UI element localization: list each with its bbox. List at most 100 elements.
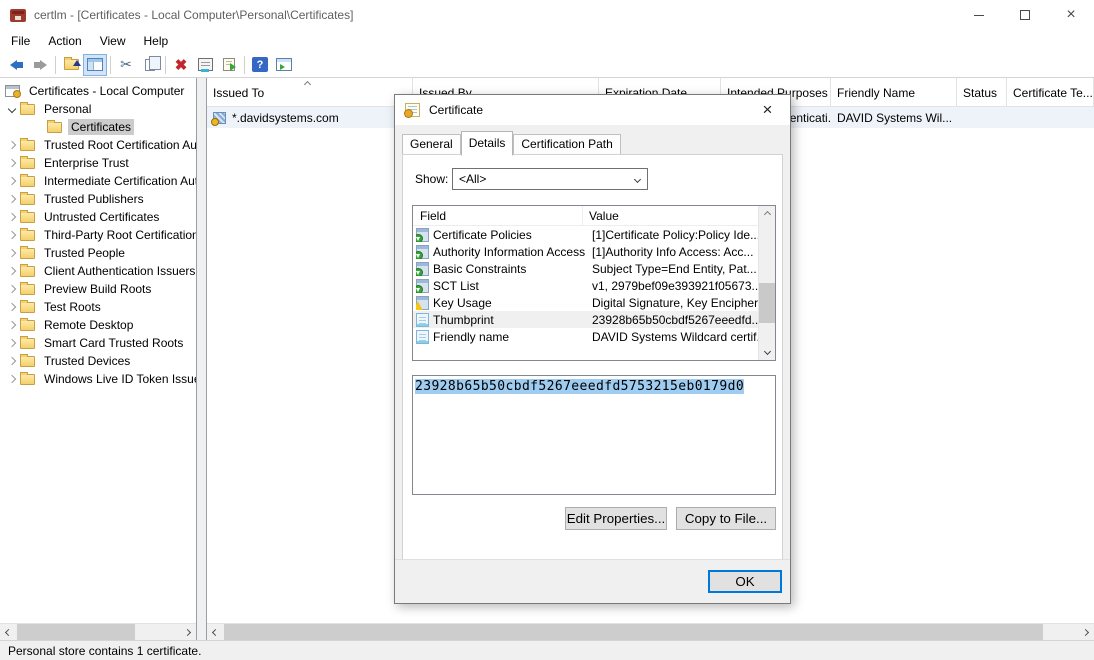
scroll-left-icon[interactable]	[0, 624, 17, 641]
pane-splitter[interactable]	[197, 78, 206, 640]
tree-item-untrusted[interactable]: Untrusted Certificates	[0, 208, 196, 226]
tree-item-trusted-root[interactable]: Trusted Root Certification Authorities	[0, 136, 196, 154]
scroll-thumb[interactable]	[17, 624, 135, 641]
chevron-down-icon[interactable]	[627, 169, 647, 189]
tree-item-remote-desktop[interactable]: Remote Desktop	[0, 316, 196, 334]
tab-general[interactable]: General	[402, 134, 461, 154]
properties-button[interactable]	[193, 54, 217, 76]
chevron-right-icon[interactable]	[4, 232, 20, 238]
field-row-authority-information-access[interactable]: Authority Information Access [1]Authorit…	[413, 243, 775, 260]
show-console-tree-button[interactable]	[83, 54, 107, 76]
forward-icon	[34, 60, 47, 70]
field-detail-textbox[interactable]: 23928b65b50cbdf5267eeedfd5753215eb0179d0	[412, 375, 776, 495]
chevron-right-icon[interactable]	[4, 214, 20, 220]
field-row-certificate-policies[interactable]: Certificate Policies [1]Certificate Poli…	[413, 226, 775, 243]
chevron-right-icon[interactable]	[4, 250, 20, 256]
minimize-icon	[974, 15, 984, 16]
export-list-button[interactable]	[217, 54, 241, 76]
chevron-right-icon[interactable]	[4, 304, 20, 310]
scroll-thumb[interactable]	[224, 624, 1043, 641]
chevron-right-icon[interactable]	[4, 268, 20, 274]
field-row-sct-list[interactable]: SCT List v1, 2979bef09e393921f05673...	[413, 277, 775, 294]
folder-icon	[20, 248, 35, 259]
chevron-right-icon[interactable]	[4, 376, 20, 382]
column-header-issued-to[interactable]: Issued To	[207, 78, 413, 106]
up-one-level-button[interactable]	[59, 54, 83, 76]
tree-item-preview-build[interactable]: Preview Build Roots	[0, 280, 196, 298]
tree-item-third-party[interactable]: Third-Party Root Certification Authoriti…	[0, 226, 196, 244]
show-dropdown[interactable]: <All>	[452, 168, 648, 190]
field-row-friendly-name[interactable]: Friendly name DAVID Systems Wildcard cer…	[413, 328, 775, 345]
ok-button[interactable]: OK	[708, 570, 782, 593]
scroll-right-icon[interactable]	[179, 624, 196, 641]
menu-help[interactable]: Help	[135, 31, 178, 51]
show-action-pane-button[interactable]	[272, 54, 296, 76]
dialog-title: Certificate	[429, 103, 483, 117]
title-bar: certlm - [Certificates - Local Computer\…	[0, 0, 1094, 30]
minimize-button[interactable]	[956, 0, 1002, 30]
column-header-status[interactable]: Status	[957, 78, 1007, 106]
tree-item-smart-card[interactable]: Smart Card Trusted Roots	[0, 334, 196, 352]
toolbar-separator	[165, 56, 166, 74]
grid-column-value[interactable]: Value	[583, 209, 619, 223]
tree-horizontal-scrollbar[interactable]	[0, 623, 196, 640]
grid-vertical-scrollbar[interactable]	[758, 206, 775, 360]
chevron-right-icon[interactable]	[4, 142, 20, 148]
certificate-icon	[213, 112, 226, 124]
delete-button[interactable]: ✖	[169, 54, 193, 76]
column-header-certificate-template[interactable]: Certificate Te...	[1007, 78, 1094, 106]
maximize-button[interactable]	[1002, 0, 1048, 30]
tree-item-certificates[interactable]: Certificates	[0, 118, 196, 136]
tree-item-personal[interactable]: Personal	[0, 100, 196, 118]
tree-item-test-roots[interactable]: Test Roots	[0, 298, 196, 316]
chevron-right-icon[interactable]	[4, 358, 20, 364]
list-horizontal-scrollbar[interactable]	[207, 623, 1094, 640]
scroll-thumb[interactable]	[759, 283, 775, 323]
tab-certification-path[interactable]: Certification Path	[513, 134, 620, 154]
tab-details[interactable]: Details	[461, 131, 514, 156]
chevron-right-icon[interactable]	[4, 340, 20, 346]
tree-item-windows-live-id[interactable]: Windows Live ID Token Issuer	[0, 370, 196, 388]
tree-item-trusted-devices[interactable]: Trusted Devices	[0, 352, 196, 370]
scroll-right-icon[interactable]	[1077, 624, 1094, 641]
copy-button[interactable]	[138, 54, 162, 76]
column-header-friendly-name[interactable]: Friendly Name	[831, 78, 957, 106]
chevron-right-icon[interactable]	[4, 286, 20, 292]
scroll-down-icon[interactable]	[759, 343, 775, 360]
tree-item-trusted-publishers[interactable]: Trusted Publishers	[0, 190, 196, 208]
folder-icon	[20, 176, 35, 187]
tree-item-intermediate[interactable]: Intermediate Certification Authorities	[0, 172, 196, 190]
scroll-up-icon[interactable]	[759, 206, 775, 223]
copy-to-file-button[interactable]: Copy to File...	[676, 507, 776, 530]
menu-view[interactable]: View	[91, 31, 135, 51]
field-row-thumbprint[interactable]: Thumbprint 23928b65b50cbdf5267eeedfd...	[413, 311, 775, 328]
chevron-down-icon[interactable]	[4, 106, 20, 112]
chevron-right-icon[interactable]	[4, 160, 20, 166]
tree-item-client-auth[interactable]: Client Authentication Issuers	[0, 262, 196, 280]
forward-button[interactable]	[28, 54, 52, 76]
tree-item-trusted-people[interactable]: Trusted People	[0, 244, 196, 262]
tree-item-enterprise-trust[interactable]: Enterprise Trust	[0, 154, 196, 172]
chevron-right-icon[interactable]	[4, 178, 20, 184]
menu-file[interactable]: File	[2, 31, 39, 51]
folder-icon	[20, 320, 35, 331]
status-bar: Personal store contains 1 certificate.	[0, 640, 1094, 660]
critical-extension-icon	[416, 296, 429, 310]
console-tree-pane: Certificates - Local Computer Personal C…	[0, 78, 197, 640]
chevron-right-icon[interactable]	[4, 322, 20, 328]
help-button[interactable]: ?	[248, 54, 272, 76]
tree-item-label-selected: Certificates	[68, 119, 134, 135]
edit-properties-button[interactable]: Edit Properties...	[565, 507, 667, 530]
back-button[interactable]	[4, 54, 28, 76]
tree-item-root[interactable]: Certificates - Local Computer	[0, 82, 196, 100]
grid-column-field[interactable]: Field	[413, 206, 583, 226]
field-row-basic-constraints[interactable]: Basic Constraints Subject Type=End Entit…	[413, 260, 775, 277]
scroll-left-icon[interactable]	[207, 624, 224, 641]
chevron-right-icon[interactable]	[4, 196, 20, 202]
window-controls: ×	[956, 0, 1094, 30]
cut-button[interactable]: ✂	[114, 54, 138, 76]
dialog-close-button[interactable]: ×	[745, 95, 790, 124]
close-button[interactable]: ×	[1048, 0, 1094, 30]
menu-action[interactable]: Action	[39, 31, 90, 51]
field-row-key-usage[interactable]: Key Usage Digital Signature, Key Enciphe…	[413, 294, 775, 311]
